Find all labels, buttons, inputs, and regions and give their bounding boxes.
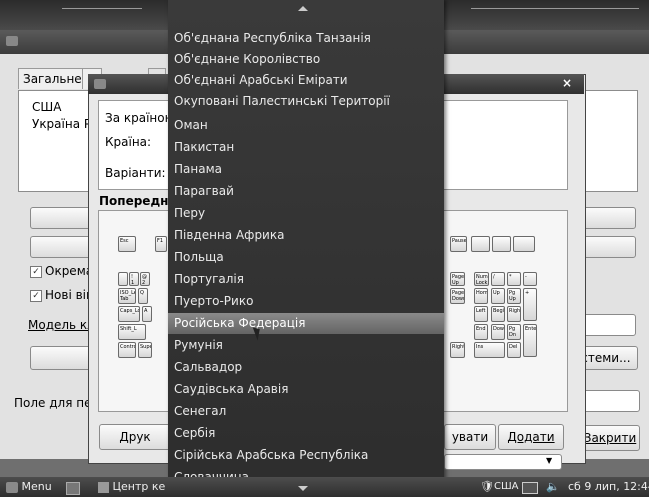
bg-button-1[interactable] — [30, 207, 92, 229]
keyboard-app-icon — [98, 481, 109, 493]
new-windows-label: Нові вік — [45, 288, 94, 302]
country-option[interactable]: Саудівська Аравія — [168, 379, 444, 400]
network-icon[interactable] — [522, 482, 538, 494]
country-option[interactable]: Перу — [168, 203, 444, 224]
new-windows-checkbox[interactable]: ✓ — [30, 290, 42, 302]
bg-button-2[interactable] — [30, 236, 92, 258]
shortcut-field-right[interactable] — [580, 390, 640, 412]
print-button[interactable]: Друк — [99, 424, 171, 450]
key-q: Q — [138, 288, 148, 304]
key-shift-left: Shift_L — [118, 324, 146, 340]
country-option[interactable]: Пуерто-Рико — [168, 291, 444, 312]
menu-label: Menu — [21, 480, 52, 493]
chevron-down-icon: ▼ — [546, 456, 553, 465]
menu-button[interactable]: Menu — [6, 480, 52, 494]
separate-layout-label: Окрема — [45, 264, 94, 278]
key-numpad-1: End — [474, 324, 488, 340]
key-control-left: Control_L — [118, 342, 136, 358]
key-right-arrow: Right — [450, 342, 465, 358]
country-option[interactable]: Пакистан — [168, 137, 444, 158]
key-numpad-enter: Enter — [523, 324, 537, 357]
country-option[interactable]: Сальвадор — [168, 357, 444, 378]
key-numpad-9: Pg Up — [507, 288, 521, 304]
key-numpad-5: Begin — [491, 306, 505, 322]
country-option[interactable]: Оман — [168, 115, 444, 136]
key-page-up: Page Up — [450, 272, 465, 286]
scroll-up-arrow-icon[interactable] — [298, 6, 308, 11]
dialog-close-icon[interactable]: × — [562, 76, 572, 90]
taskbar: Menu Центр ке 🛡 США 🔈 сб 9 лип, 12:44 — [0, 477, 649, 497]
keyboard-layout-indicator[interactable]: США — [494, 480, 519, 494]
country-option[interactable]: Португалія — [168, 269, 444, 290]
country-option[interactable]: Польща — [168, 247, 444, 268]
dialog-bottom-combo[interactable] — [444, 454, 562, 470]
key-page-down: Page Down — [450, 288, 465, 304]
tab-general[interactable]: Загальне — [18, 68, 86, 89]
model-button[interactable] — [30, 346, 92, 370]
key-numpad-plus: + — [523, 288, 537, 321]
top-window-edge-right — [471, 8, 639, 23]
key-numpad-0: Ins — [474, 342, 505, 358]
key-tab: ISO_Left Tab — [118, 288, 136, 304]
shortcut-field-label: Поле для пер — [14, 396, 100, 410]
menu-icon — [6, 481, 18, 493]
key-numpad-6: Right — [507, 306, 521, 322]
top-window-edge — [62, 8, 142, 23]
key-numpad-3: Pg Dn — [507, 324, 521, 340]
key-caps-lock: Caps_Lock — [118, 306, 140, 322]
key-nav-2 — [492, 236, 511, 252]
clock[interactable]: сб 9 лип, 12:44 — [568, 480, 649, 494]
key-numpad-7: Home — [474, 288, 488, 304]
key-f1: F1 — [155, 236, 167, 252]
key-numpad-2: Down — [491, 324, 505, 340]
key-numpad-div: / — [491, 272, 505, 286]
keyboard-model-label: Модель кл — [28, 318, 95, 332]
country-label: Країна: — [105, 135, 152, 149]
key-numpad-del: Del — [507, 342, 521, 358]
country-option-selected[interactable]: Російська Федерація — [168, 313, 444, 334]
country-option[interactable]: Об'єднані Арабські Емірати — [168, 70, 444, 91]
shield-icon[interactable]: 🛡 — [480, 480, 494, 494]
key-num-lock: Num Lock — [474, 272, 489, 286]
key-numpad-mul: * — [507, 272, 521, 286]
country-option[interactable]: Об'єднане Королівство — [168, 49, 444, 70]
key-1: ! 1 — [129, 272, 139, 286]
key-pause: Pause — [450, 236, 467, 252]
country-option[interactable]: Панама — [168, 159, 444, 180]
window-app-icon — [6, 36, 18, 46]
dialog-app-icon — [94, 79, 106, 89]
taskbar-window-item[interactable]: Центр ке — [98, 480, 266, 494]
key-numpad-8: Up — [491, 288, 505, 304]
close-button[interactable]: Закрити — [580, 425, 640, 451]
key-super: Super — [138, 342, 152, 358]
key-numpad-minus: - — [523, 272, 537, 286]
country-option[interactable]: Сербія — [168, 423, 444, 444]
country-option[interactable]: Окуповані Палестинські Території — [168, 91, 444, 112]
key-nav-1 — [471, 236, 490, 252]
taskbar-window-label: Центр ке — [112, 480, 166, 493]
variants-label: Варіанти: — [105, 166, 166, 180]
show-desktop-icon[interactable] — [66, 482, 80, 495]
cancel-button[interactable]: увати — [444, 424, 496, 450]
key-nav-3 — [513, 236, 535, 252]
key-numpad-4: Left — [474, 306, 488, 322]
country-option[interactable]: Об'єднана Республіка Танзанія — [168, 28, 444, 49]
volume-icon[interactable]: 🔈 — [546, 480, 560, 494]
country-option[interactable]: Парагвай — [168, 181, 444, 202]
key-2: @ 2 — [140, 272, 150, 286]
key-a: A — [142, 306, 152, 322]
by-country-radio-label[interactable]: За країною — [105, 111, 175, 125]
country-option[interactable]: Сірійська Арабська Республіка — [168, 445, 444, 466]
country-option[interactable]: Сенегал — [168, 401, 444, 422]
separate-layout-checkbox[interactable]: ✓ — [30, 266, 42, 278]
key-esc: Esc — [118, 236, 136, 252]
key-grave — [118, 272, 128, 286]
scroll-down-arrow-icon[interactable] — [298, 486, 308, 491]
add-button[interactable]: Додати — [498, 424, 564, 450]
country-option[interactable]: Румунія — [168, 335, 444, 356]
country-option[interactable]: Південна Африка — [168, 225, 444, 246]
